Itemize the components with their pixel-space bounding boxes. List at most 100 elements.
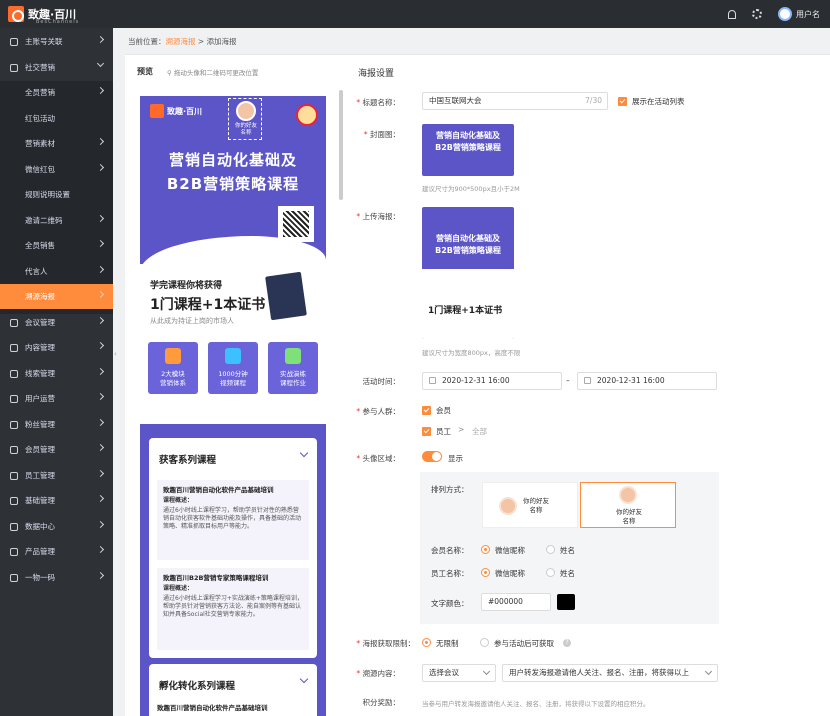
poster-title-line1: 营销自动化基础及 (168, 151, 297, 169)
chevron-right-icon (96, 469, 105, 477)
show-in-list-label: 展示在活动列表 (632, 97, 685, 106)
chevron-right-icon (96, 341, 105, 350)
sidebar-item[interactable]: 营销素材 (0, 131, 113, 156)
sidebar-item[interactable]: 全员营销 (0, 80, 113, 105)
brand-logo[interactable]: 致趣·百川 BesChannels (8, 5, 78, 25)
avatar-area-toggle[interactable] (422, 451, 442, 462)
sidebar-item-label: 代言人 (25, 266, 48, 276)
draggable-avatar[interactable]: 你的好友 名称 (228, 98, 262, 140)
staff-checkbox[interactable] (422, 427, 431, 436)
chevron-right-icon (96, 545, 105, 554)
sidebar-item[interactable]: 一物一码 (0, 565, 113, 590)
modules-icon (165, 348, 181, 364)
start-time-input[interactable]: 2020-12-31 16:00 (422, 372, 562, 390)
sidebar-item[interactable]: 规则说明设置 (0, 182, 113, 207)
sidebar-item[interactable]: 产品管理 (0, 539, 113, 564)
staff-name-opt1: 微信昵称 (495, 569, 525, 578)
feature-card: 2大模块 营销体系 (148, 342, 198, 394)
user-menu[interactable]: 用户名 (778, 7, 820, 21)
chevron-down-icon (704, 667, 713, 676)
preview-tip: ⚲ 拖动头像和二维码可更改位置 (167, 69, 259, 77)
sidebar-item[interactable]: 会议管理 (0, 310, 113, 335)
course-label: 课程概述： (163, 497, 194, 504)
show-in-list-checkbox[interactable] (618, 97, 627, 106)
member-name-wechat-radio[interactable] (481, 545, 490, 554)
sidebar-item-label: 邀请二维码 (25, 215, 63, 225)
member-name-realname-radio[interactable] (546, 545, 555, 554)
course-series-card: 孵化转化系列课程 致趣百川营销自动化软件产品基础培训 (149, 664, 317, 716)
limit-none-radio[interactable] (422, 638, 431, 647)
sidebar-item[interactable]: 微信红包 (0, 157, 113, 182)
chevron-right-icon[interactable]: > (458, 425, 464, 434)
meeting-select[interactable]: 选择会议 (422, 664, 496, 682)
sidebar-item[interactable]: 员工管理 (0, 463, 113, 488)
sidebar-item[interactable]: 溯源海报 (0, 284, 113, 309)
staff-name-realname-radio[interactable] (546, 568, 555, 577)
course-desc: 通过6小时线上课程学习，帮助学员针对性的熟悉营销自动化获客软件基础功能及操作，具… (163, 507, 302, 530)
points-hint: 当参与用户转发海报邀请他人关注、报名、注册，将获得以下设置的相应积分。 (422, 700, 650, 708)
arrange-option-text: 你的好友 名称 (523, 497, 549, 514)
database-icon (10, 497, 18, 505)
source-content-select[interactable]: 用户转发海报邀请他人关注、报名、注册，将获得以上 (502, 664, 718, 682)
sidebar-item[interactable]: 全员销售 (0, 233, 113, 258)
limit-opt2: 参与活动后可获取 (494, 639, 554, 648)
sidebar-item[interactable]: 社交营销 (0, 55, 113, 80)
poster-title-line2: B2B营销策略课程 (166, 175, 300, 193)
limit-label: 海报获取限制： (345, 638, 416, 649)
arrange-option-left[interactable]: 你的好友 名称 (482, 482, 578, 528)
gear-icon[interactable] (752, 9, 762, 19)
uploaded-poster[interactable]: 营销自动化基础及 B2B营销策略课程 1门课程+1本证书 (422, 207, 514, 339)
sidebar-item[interactable]: 线索管理 (0, 361, 113, 386)
sidebar-item-label: 会议管理 (25, 317, 55, 327)
chevron-down-icon (482, 667, 491, 676)
draggable-qr-code[interactable] (278, 206, 314, 242)
sidebar-item[interactable]: 用户运营 (0, 386, 113, 411)
avatar (619, 486, 637, 504)
end-time-input[interactable]: 2020-12-31 16:00 (577, 372, 717, 390)
member-checkbox[interactable] (422, 406, 431, 415)
poster-logo-icon (150, 104, 164, 118)
sidebar-item[interactable]: 会员管理 (0, 437, 113, 462)
member-name-opt1: 微信昵称 (495, 546, 525, 555)
course-title: 致趣百川营销自动化软件产品基础培训 (157, 704, 268, 712)
poster-learn-text: 学完课程你将获得 (150, 281, 223, 291)
color-picker-swatch[interactable] (557, 594, 575, 610)
feature-card: 1000分钟 视频课程 (208, 342, 258, 394)
sidebar-item[interactable]: 代言人 (0, 259, 113, 284)
feature-line1: 实战演练 (280, 370, 306, 378)
chevron-right-icon (96, 214, 105, 222)
text-color-input[interactable]: #000000 (481, 593, 551, 611)
thumb-course-count: 1门课程+1本证书 (428, 306, 503, 316)
preview-title: 预览 (137, 67, 153, 76)
sidebar-item[interactable]: 粉丝管理 (0, 412, 113, 437)
breadcrumb-current: 添加海报 (206, 37, 237, 46)
sidebar-item[interactable]: 红包活动 (0, 106, 113, 131)
arrange-label: 排列方式： (431, 485, 469, 494)
text-color-label: 文字颜色： (431, 599, 469, 608)
thumb-title: B2B营销策略课程 (435, 246, 501, 255)
bar-chart-icon (10, 522, 18, 531)
sidebar-item[interactable]: 数据中心 (0, 514, 113, 539)
sidebar-item[interactable]: 邀请二维码 (0, 208, 113, 233)
sidebar-item-label: 营销素材 (25, 139, 55, 148)
clock-icon (10, 395, 18, 403)
sidebar-item[interactable]: 主账号关联 (0, 29, 113, 54)
sidebar-item-label: 全员营销 (25, 88, 55, 97)
help-icon[interactable]: ? (563, 639, 571, 647)
member-name-label: 会员名称： (431, 546, 469, 555)
limit-after-join-radio[interactable] (480, 638, 489, 647)
sidebar-item[interactable]: 内容管理 (0, 335, 113, 360)
arrange-option-top[interactable]: 你的好友 名称 (580, 482, 676, 528)
bell-icon[interactable] (728, 9, 736, 19)
collapse-sidebar-icon[interactable]: ‹ (114, 350, 120, 360)
title-input[interactable]: 中国互联网大会 7/30 (422, 92, 608, 110)
feature-line2: 营销体系 (160, 379, 186, 387)
thumb-title: B2B营销策略课程 (435, 143, 501, 152)
sidebar-item[interactable]: 基础管理 (0, 488, 113, 513)
breadcrumb-parent-link[interactable]: 溯源海报 (166, 37, 196, 46)
staff-name-wechat-radio[interactable] (481, 568, 490, 577)
cover-image[interactable]: 营销自动化基础及 B2B营销策略课程 (422, 124, 514, 176)
course-item: 致趣百川B2B营销专家策略课程培训 课程概述： 通过6小时线上课程学习+实战演练… (157, 568, 309, 650)
title-label: 标题名称： (330, 97, 401, 108)
staff-scope[interactable]: 全部 (472, 426, 487, 437)
